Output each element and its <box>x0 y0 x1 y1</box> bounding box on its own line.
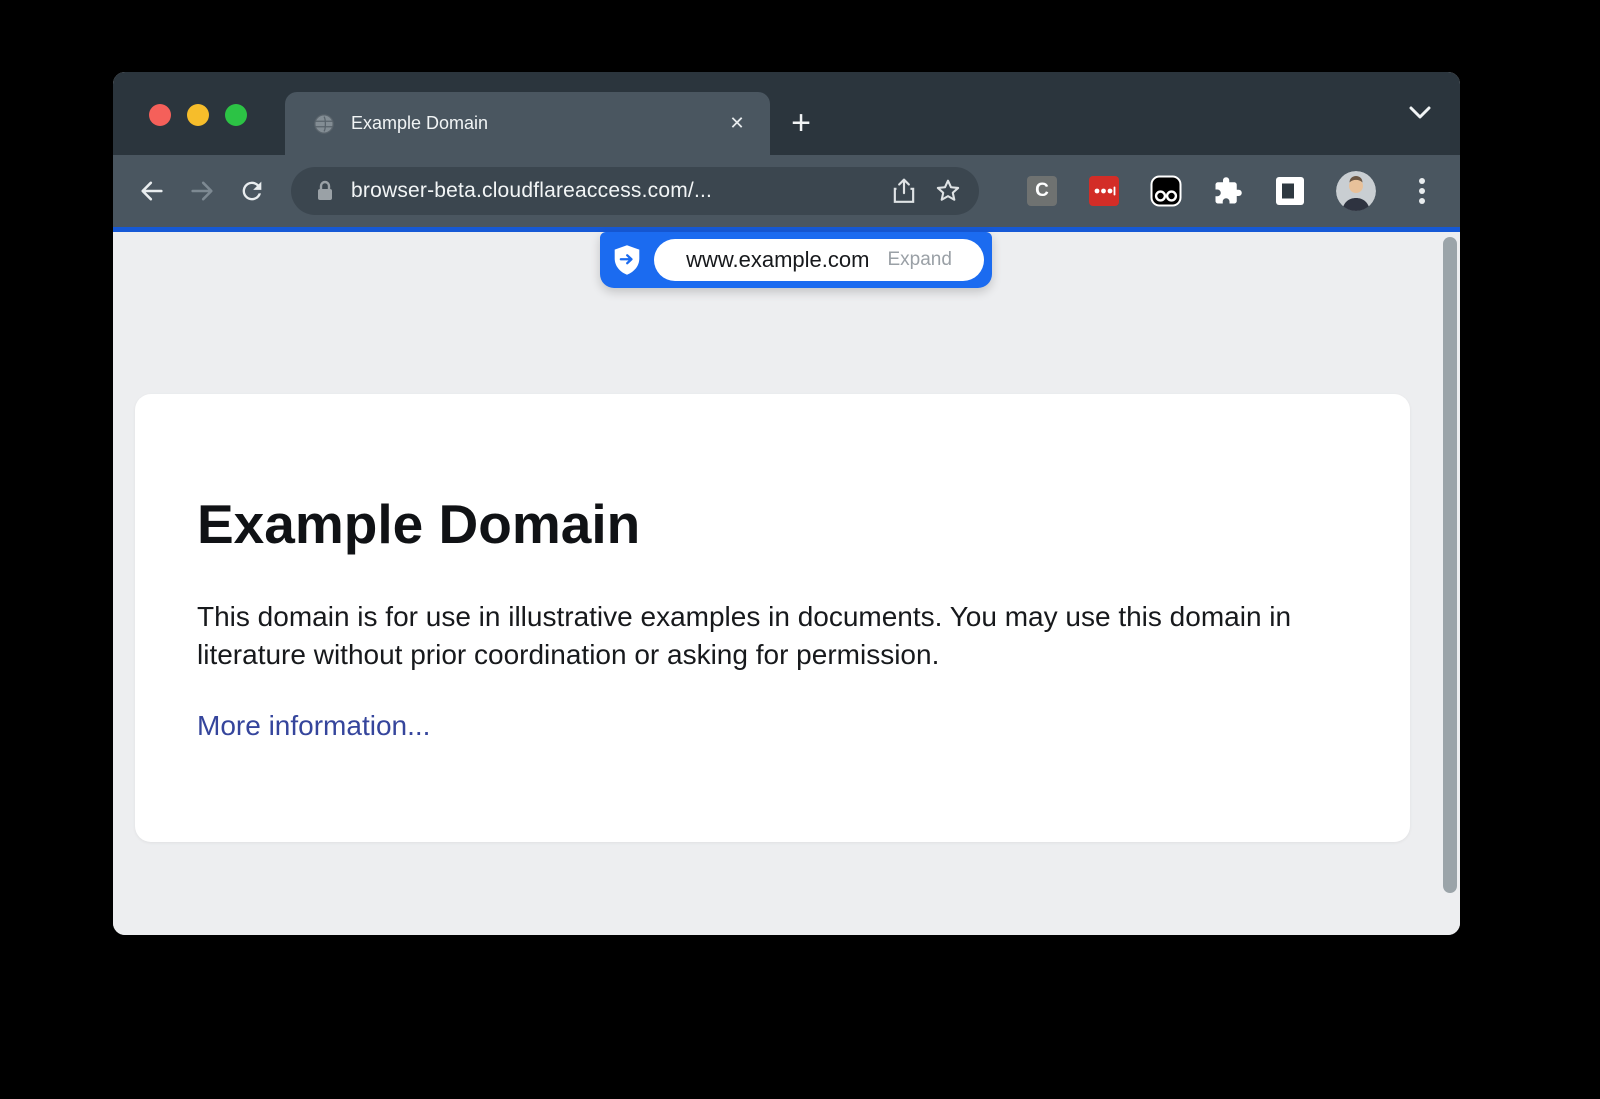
lock-icon <box>315 179 335 203</box>
tab-close-icon[interactable]: ✕ <box>722 109 752 139</box>
isolated-domain-pill[interactable]: www.example.com Expand <box>654 239 984 281</box>
tab-search-chevron-icon[interactable] <box>1408 106 1432 125</box>
isolation-banner[interactable]: www.example.com Expand <box>600 232 992 288</box>
bookmark-button[interactable] <box>931 174 965 208</box>
noir-icon <box>1150 175 1182 207</box>
forward-button[interactable] <box>185 174 219 208</box>
globe-icon <box>313 113 335 135</box>
browser-window: Example Domain ✕ + <box>113 72 1460 935</box>
extensions-area: C <box>1026 171 1438 211</box>
zoom-window-button[interactable] <box>225 104 247 126</box>
puzzle-icon <box>1213 176 1243 206</box>
close-window-button[interactable] <box>149 104 171 126</box>
shield-arrow-icon <box>600 244 654 276</box>
back-arrow-icon <box>138 177 166 205</box>
toolbar: browser-beta.cloudflareaccess.com/... C <box>113 155 1460 227</box>
noir-extension-button[interactable] <box>1150 175 1182 207</box>
lastpass-icon <box>1089 176 1119 206</box>
tab-strip: Example Domain ✕ + <box>113 72 1460 155</box>
star-icon <box>934 177 962 205</box>
traffic-lights <box>149 104 247 126</box>
share-button[interactable] <box>887 174 921 208</box>
c-extension-button[interactable]: C <box>1026 175 1058 207</box>
lastpass-extension-button[interactable] <box>1088 175 1120 207</box>
new-tab-button[interactable]: + <box>773 95 829 151</box>
tab-title: Example Domain <box>351 113 722 134</box>
page-content: www.example.com Expand Example Domain Th… <box>113 232 1460 935</box>
expand-button[interactable]: Expand <box>887 249 951 271</box>
url-text: browser-beta.cloudflareaccess.com/... <box>351 179 877 203</box>
reload-icon <box>238 177 266 205</box>
c-extension-icon: C <box>1027 176 1057 206</box>
side-panel-icon <box>1275 176 1305 206</box>
avatar-photo <box>1336 171 1376 211</box>
forward-arrow-icon <box>188 177 216 205</box>
tab-example-domain[interactable]: Example Domain ✕ <box>285 92 770 155</box>
page-paragraph: This domain is for use in illustrative e… <box>197 598 1347 674</box>
profile-avatar[interactable] <box>1336 171 1376 211</box>
extensions-menu-button[interactable] <box>1212 175 1244 207</box>
browser-menu-button[interactable] <box>1406 175 1438 207</box>
kebab-menu-icon <box>1417 176 1427 206</box>
share-icon <box>891 177 917 205</box>
page-title: Example Domain <box>197 492 1348 556</box>
example-domain-card: Example Domain This domain is for use in… <box>135 394 1410 842</box>
back-button[interactable] <box>135 174 169 208</box>
more-information-link[interactable]: More information... <box>197 710 430 742</box>
minimize-window-button[interactable] <box>187 104 209 126</box>
vertical-scrollbar[interactable] <box>1443 237 1457 893</box>
reload-button[interactable] <box>235 174 269 208</box>
address-bar[interactable]: browser-beta.cloudflareaccess.com/... <box>291 167 979 215</box>
side-panel-button[interactable] <box>1274 175 1306 207</box>
isolated-domain-text: www.example.com <box>686 247 869 273</box>
